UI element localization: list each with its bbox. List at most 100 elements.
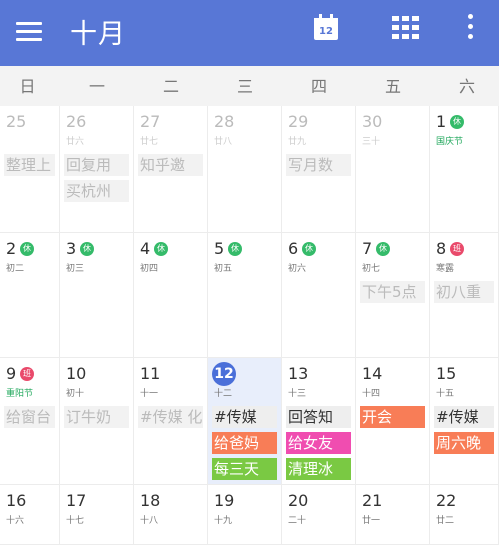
day-number: 13	[288, 364, 309, 383]
lunar-date: 三十	[362, 137, 381, 147]
day-number: 21	[362, 491, 383, 510]
day-number: 20	[288, 491, 309, 510]
day-cell[interactable]: 2 休初二	[0, 233, 60, 358]
event-chip[interactable]: 订牛奶	[64, 406, 129, 428]
app-bar: 十月 12	[0, 0, 499, 66]
day-cell[interactable]: 19 十九	[208, 485, 282, 545]
holiday-badge: 休	[450, 115, 464, 129]
more-options-icon[interactable]	[465, 14, 477, 44]
lunar-date: 初五	[214, 264, 233, 274]
day-number: 17	[66, 491, 87, 510]
holiday-badge: 休	[228, 242, 242, 256]
holiday-badge: 休	[80, 242, 94, 256]
day-number: 25	[6, 112, 27, 131]
lunar-date: 廿一	[362, 516, 381, 526]
event-chip[interactable]: 开会	[360, 406, 425, 428]
holiday-badge: 休	[376, 242, 390, 256]
lunar-date: 廿七	[140, 137, 159, 147]
day-cell[interactable]: 11 十一 #传媒 化	[134, 358, 208, 485]
lunar-date: 重阳节	[6, 389, 34, 399]
event-chip[interactable]: 初八重	[434, 281, 494, 303]
lunar-date: 十五	[436, 389, 455, 399]
lunar-date: 十四	[362, 389, 381, 399]
day-cell[interactable]: 1 休国庆节	[430, 106, 499, 233]
day-cell[interactable]: 20 二十	[282, 485, 356, 545]
event-chip[interactable]: 每三天	[212, 458, 277, 480]
day-cell[interactable]: 22 廿二	[430, 485, 499, 545]
day-cell[interactable]: 29 廿九 写月数	[282, 106, 356, 233]
event-chip[interactable]: #传媒	[212, 406, 277, 428]
day-cell[interactable]: 16 十六	[0, 485, 60, 545]
view-switch-grid-icon[interactable]	[392, 16, 422, 40]
event-chip[interactable]: #传媒	[434, 406, 494, 428]
day-number: 27	[140, 112, 161, 131]
day-cell[interactable]: 10 初十 订牛奶	[60, 358, 134, 485]
event-chip[interactable]: 给窗台	[4, 406, 55, 428]
day-cell-today[interactable]: 12 十二 #传媒 给爸妈 每三天	[208, 358, 282, 485]
lunar-date: 廿八	[214, 137, 233, 147]
lunar-date: 初三	[66, 264, 85, 274]
day-number: 26	[66, 112, 87, 131]
day-cell[interactable]: 6 休初六	[282, 233, 356, 358]
event-chip[interactable]: 买杭州	[64, 180, 129, 202]
day-cell[interactable]: 27 廿七知乎邀	[134, 106, 208, 233]
lunar-date: 十六	[6, 516, 25, 526]
event-chip[interactable]: 给女友	[286, 432, 351, 454]
day-cell[interactable]: 25 整理上	[0, 106, 60, 233]
lunar-date: 十三	[288, 389, 307, 399]
event-chip[interactable]: 下午5点	[360, 281, 425, 303]
event-chip[interactable]: 周六晚	[434, 432, 494, 454]
today-calendar-icon[interactable]: 12	[314, 14, 340, 42]
workday-badge: 班	[20, 367, 34, 381]
lunar-date: 初十	[66, 389, 85, 399]
day-number: 29	[288, 112, 309, 131]
day-cell[interactable]: 5 休初五	[208, 233, 282, 358]
lunar-date: 十九	[214, 516, 233, 526]
day-cell[interactable]: 26 廿六回复用买杭州	[60, 106, 134, 233]
event-chip[interactable]: #传媒 化	[138, 406, 203, 428]
lunar-date: 寒露	[436, 264, 455, 274]
day-cell[interactable]: 14 十四开会	[356, 358, 430, 485]
event-chip[interactable]: 知乎邀	[138, 154, 203, 176]
day-number: 14	[362, 364, 383, 383]
day-cell[interactable]: 21 廿一	[356, 485, 430, 545]
event-chip[interactable]: 回复用	[64, 154, 129, 176]
day-number: 7	[362, 239, 373, 258]
weekday-label: 日	[19, 77, 36, 96]
weekday-label: 四	[310, 77, 327, 96]
event-chip[interactable]: 给爸妈	[212, 432, 277, 454]
day-cell[interactable]: 3 休初三	[60, 233, 134, 358]
day-cell[interactable]: 7 休初七 下午5点	[356, 233, 430, 358]
event-chip[interactable]: 清理冰	[286, 458, 351, 480]
weekday-label: 六	[458, 77, 475, 96]
holiday-badge: 休	[302, 242, 316, 256]
day-cell[interactable]: 30 三十	[356, 106, 430, 233]
day-cell[interactable]: 28 廿八	[208, 106, 282, 233]
day-cell[interactable]: 13 十三回答知给女友清理冰	[282, 358, 356, 485]
event-chip[interactable]: 整理上	[4, 154, 55, 176]
event-chip[interactable]: 回答知	[286, 406, 351, 428]
day-number: 18	[140, 491, 161, 510]
menu-icon[interactable]	[14, 17, 44, 47]
lunar-date: 初二	[6, 264, 25, 274]
day-cell[interactable]: 15 十五 #传媒 周六晚	[430, 358, 499, 485]
day-number: 6	[288, 239, 299, 258]
day-number: 11	[140, 364, 161, 383]
today-icon-number: 12	[319, 26, 333, 37]
day-cell[interactable]: 9 班重阳节 给窗台	[0, 358, 60, 485]
day-cell[interactable]: 8 班寒露 初八重	[430, 233, 499, 358]
lunar-date: 廿二	[436, 516, 455, 526]
lunar-date: 初六	[288, 264, 307, 274]
workday-badge: 班	[450, 242, 464, 256]
weekday-label: 三	[236, 77, 253, 96]
day-cell[interactable]: 17 十七	[60, 485, 134, 545]
lunar-date: 廿六	[66, 137, 85, 147]
holiday-badge: 休	[20, 242, 34, 256]
lunar-date: 二十	[288, 516, 307, 526]
event-chip[interactable]: 写月数	[286, 154, 351, 176]
day-number: 22	[436, 491, 457, 510]
day-number: 19	[214, 491, 235, 510]
day-cell[interactable]: 4 休初四	[134, 233, 208, 358]
day-cell[interactable]: 18 十八	[134, 485, 208, 545]
month-title[interactable]: 十月	[70, 12, 126, 51]
